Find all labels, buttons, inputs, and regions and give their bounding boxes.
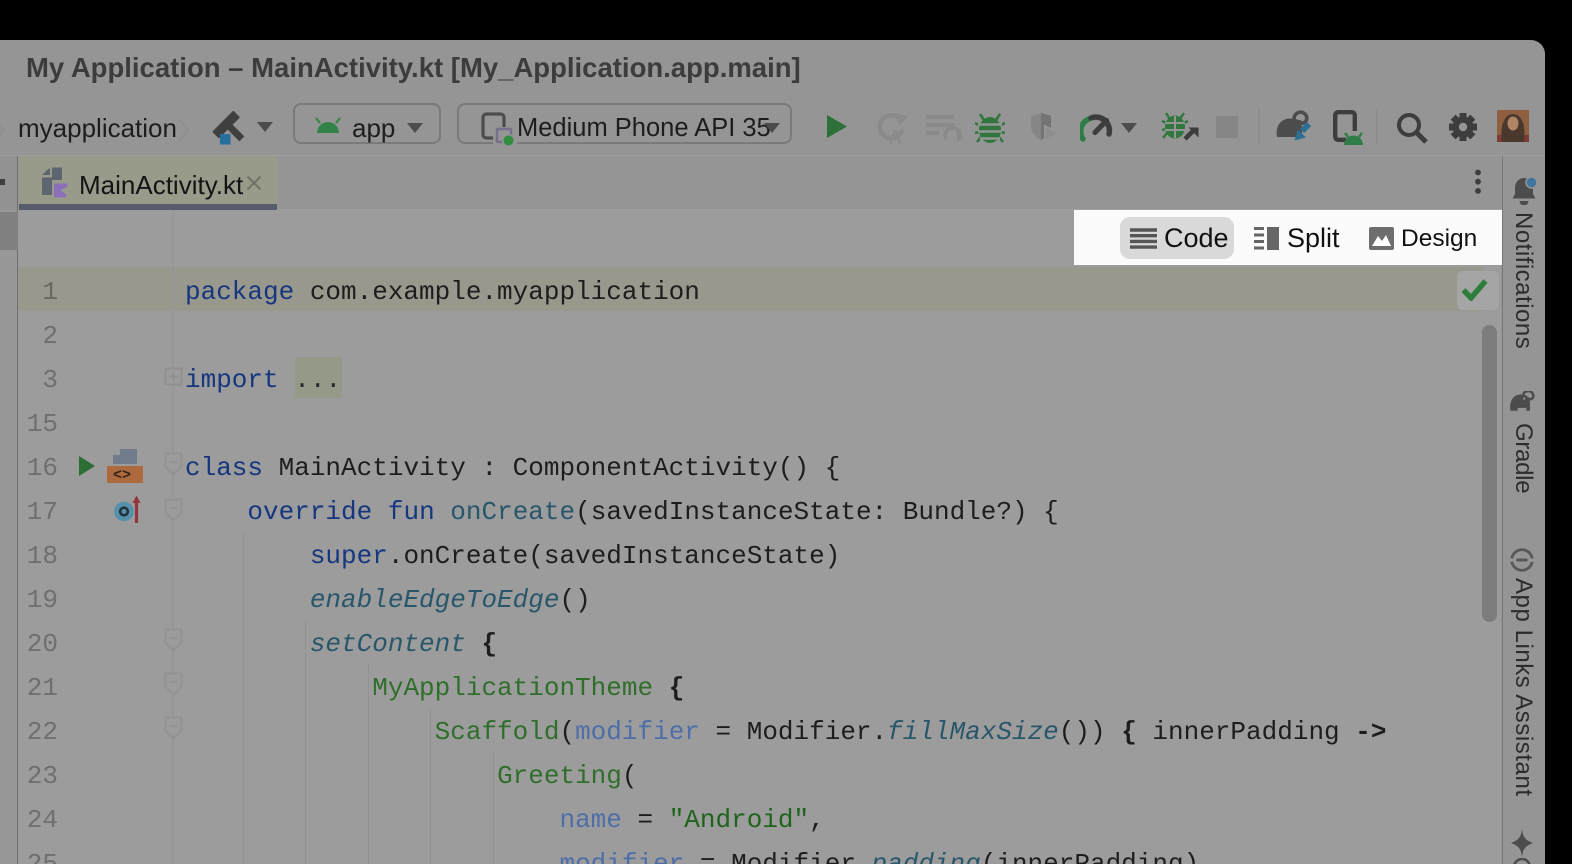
svg-text:A: A <box>889 128 903 145</box>
svg-text:<>: <> <box>113 467 131 483</box>
